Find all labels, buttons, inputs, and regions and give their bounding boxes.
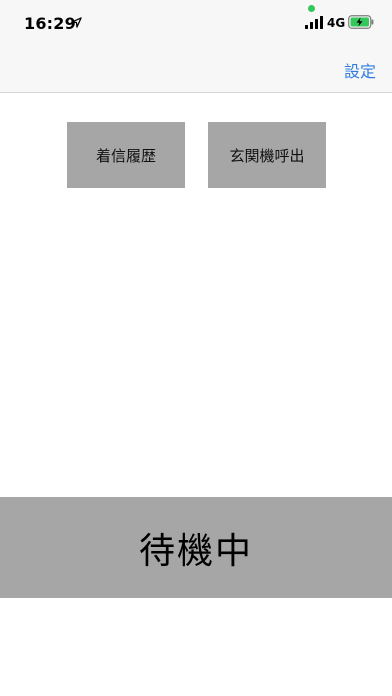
status-bar: 16:29 4G <box>0 0 392 44</box>
navigation-bar: 設定 <box>0 44 392 93</box>
privacy-indicator-dot <box>308 5 315 12</box>
standby-status-panel: 待機中 <box>0 497 392 598</box>
network-type-label: 4G <box>327 16 346 30</box>
battery-charging-icon <box>348 15 374 29</box>
entrance-call-button[interactable]: 玄関機呼出 <box>208 122 326 188</box>
settings-button[interactable]: 設定 <box>344 58 376 82</box>
location-arrow-icon <box>71 17 82 28</box>
signal-bars-icon <box>305 16 323 29</box>
status-time: 16:29 <box>24 14 76 33</box>
call-history-button[interactable]: 着信履歴 <box>67 122 185 188</box>
